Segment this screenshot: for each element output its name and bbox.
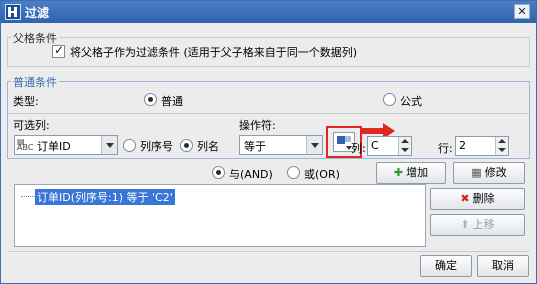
- operator-select[interactable]: 等于: [239, 135, 323, 155]
- column-name-radio[interactable]: [180, 139, 193, 152]
- column-label: 可选列:: [13, 119, 50, 132]
- separator-line: [8, 113, 529, 114]
- cell-picker-icon: [337, 136, 345, 144]
- delete-button-label: 删除: [472, 192, 495, 205]
- modify-button[interactable]: ▦ 修改: [453, 162, 525, 184]
- delete-button[interactable]: ✖ 删除: [430, 188, 525, 210]
- tree-line: [21, 196, 35, 197]
- logic-and-label: 与(AND): [229, 168, 273, 181]
- column-index-label: 列序号: [140, 140, 173, 153]
- row-label: 行:: [438, 142, 453, 155]
- type-label: 类型:: [13, 95, 39, 108]
- move-up-button-label: 上移: [472, 218, 495, 231]
- condition-list-item[interactable]: 订单ID(列序号:1) 等于 'C2': [35, 189, 175, 205]
- cancel-button-label: 取消: [492, 259, 514, 272]
- arrow-up-icon: ⬆: [460, 218, 470, 231]
- chevron-down-icon[interactable]: [306, 136, 322, 154]
- ok-button-label: 确定: [435, 259, 457, 272]
- type-formula-label: 公式: [400, 95, 422, 108]
- cancel-button[interactable]: 取消: [477, 255, 529, 277]
- edit-icon: ▦: [471, 166, 482, 179]
- spinner-arrows-icon[interactable]: [398, 137, 411, 155]
- use-parent-checkbox[interactable]: ✓: [52, 43, 65, 58]
- delete-icon: ✖: [460, 192, 470, 205]
- logic-or-radio[interactable]: [287, 166, 300, 179]
- checkmark-icon: ✓: [54, 43, 65, 57]
- close-button[interactable]: ✕: [514, 4, 530, 19]
- type-formula-radio[interactable]: [383, 93, 396, 106]
- add-button-label: 增加: [406, 166, 429, 179]
- col-spinner[interactable]: C: [367, 136, 412, 156]
- chevron-down-icon[interactable]: [101, 136, 117, 154]
- logic-and-radio[interactable]: [212, 166, 225, 179]
- type-normal-radio[interactable]: [144, 93, 157, 106]
- column-select[interactable]: ▤ ABC 订单ID: [14, 135, 118, 155]
- use-parent-label: 将父格子作为过滤条件 (适用于父子格来自于同一个数据列): [70, 46, 358, 59]
- column-type-icon: ▤ ABC: [17, 137, 34, 152]
- column-index-radio[interactable]: [123, 139, 136, 152]
- title-bar: 过滤 ✕: [1, 1, 536, 23]
- app-logo-icon: [5, 4, 21, 20]
- type-normal-label: 普通: [161, 95, 183, 108]
- column-name-label: 列名: [197, 140, 219, 153]
- spinner-arrows-icon[interactable]: [495, 137, 508, 155]
- filter-dialog: 过滤 ✕ 父格条件 ✓ 将父格子作为过滤条件 (适用于父子格来自于同一个数据列)…: [0, 0, 537, 284]
- add-button[interactable]: ✚ 增加: [376, 162, 446, 184]
- row-value: 2: [459, 139, 466, 152]
- window-title: 过滤: [25, 6, 50, 20]
- col-label: 列:: [351, 142, 366, 155]
- column-select-value: 订单ID: [37, 140, 71, 153]
- parent-condition-label: 父格条件: [11, 30, 59, 46]
- row-spinner[interactable]: 2: [455, 136, 509, 156]
- common-condition-label: 普通条件: [11, 74, 59, 90]
- operator-select-value: 等于: [244, 140, 266, 153]
- bottom-separator: [8, 251, 529, 252]
- col-value: C: [371, 139, 379, 152]
- modify-button-label: 修改: [484, 166, 507, 179]
- operator-label: 操作符:: [239, 119, 276, 132]
- ok-button[interactable]: 确定: [420, 255, 472, 277]
- move-up-button[interactable]: ⬆ 上移: [430, 214, 525, 236]
- logic-or-label: 或(OR): [304, 168, 340, 181]
- plus-icon: ✚: [393, 166, 404, 179]
- condition-list[interactable]: 订单ID(列序号:1) 等于 'C2': [14, 184, 426, 247]
